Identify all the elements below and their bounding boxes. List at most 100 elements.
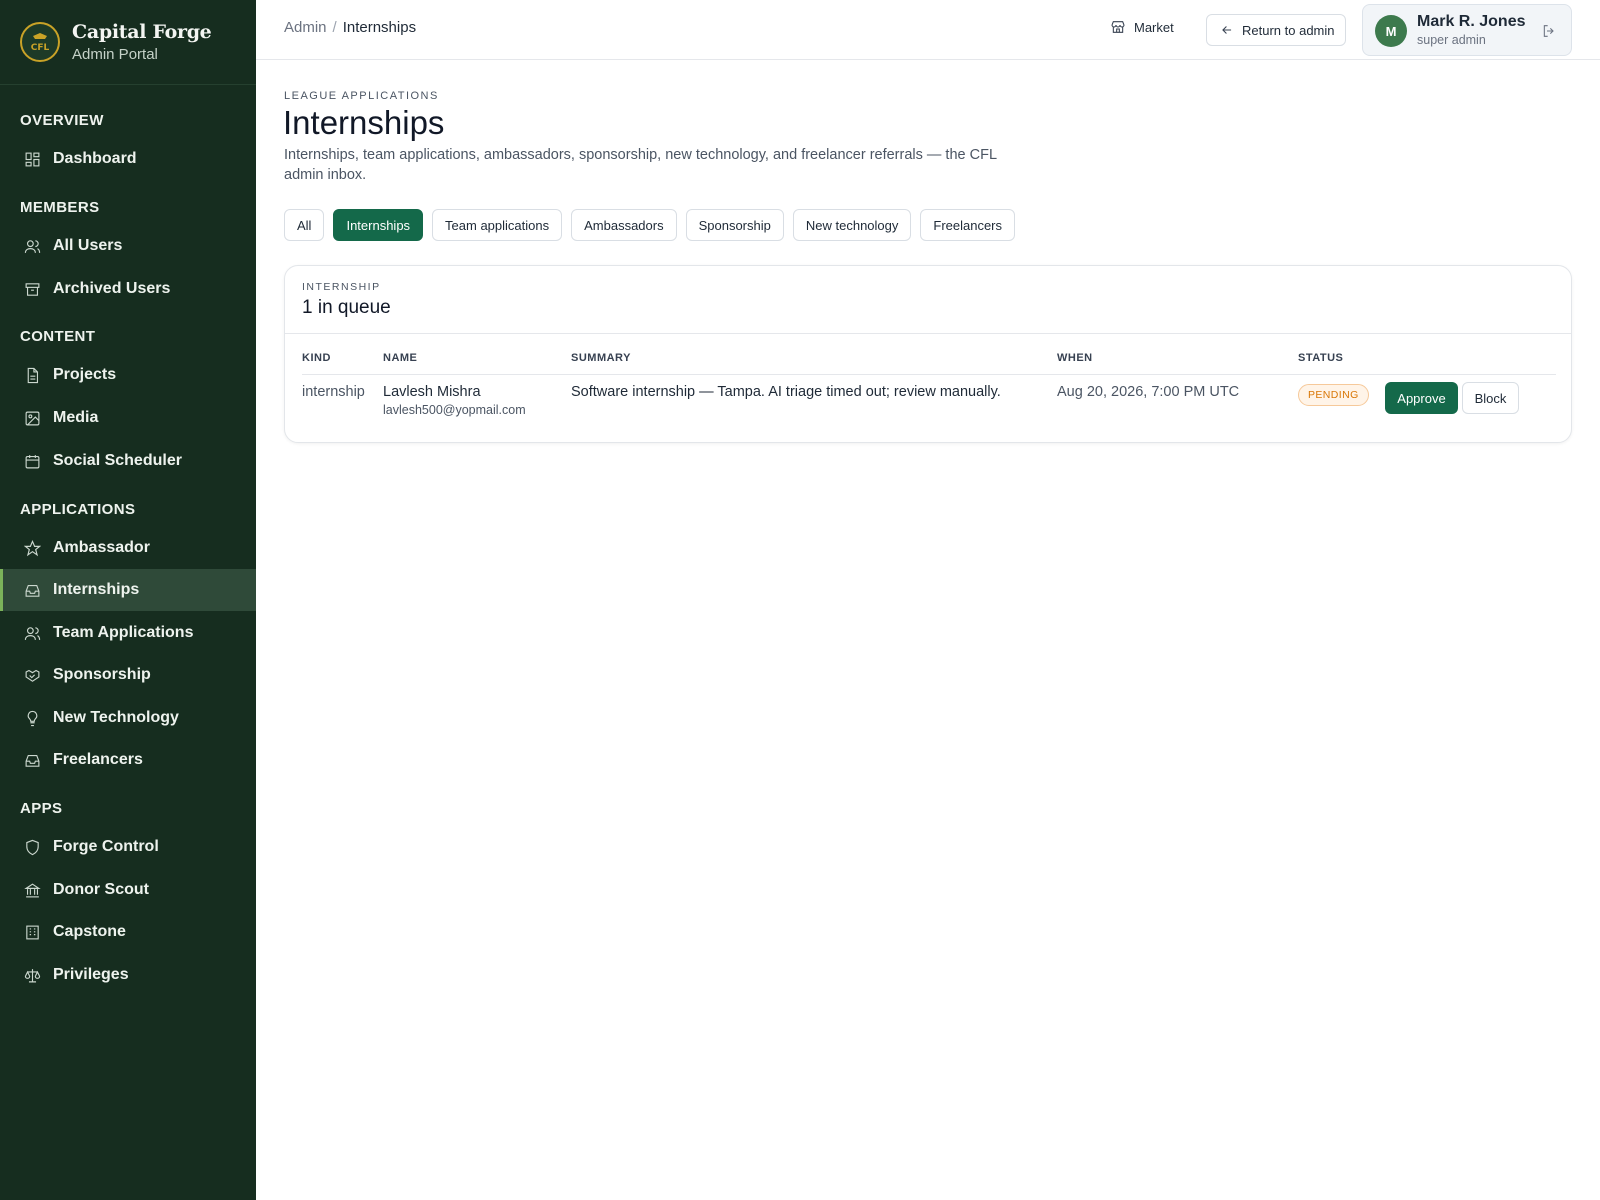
- user-role: super admin: [1417, 33, 1486, 47]
- sidebar-item-label: Donor Scout: [53, 881, 149, 898]
- users-icon: [24, 239, 41, 253]
- sidebar-item-label: Capstone: [53, 923, 126, 940]
- filter-sponsorship[interactable]: Sponsorship: [685, 209, 784, 241]
- status-badge: PENDING: [1298, 384, 1369, 406]
- star-icon: [24, 539, 41, 556]
- sidebar-item-label: Social Scheduler: [53, 452, 182, 469]
- block-button[interactable]: Block: [1462, 382, 1519, 414]
- sidebar-item-dashboard[interactable]: Dashboard: [0, 138, 256, 180]
- sidebar-item-privileges[interactable]: Privileges: [0, 954, 256, 996]
- row-when: Aug 20, 2026, 7:00 PM UTC: [1057, 384, 1240, 400]
- sidebar-item-label: Dashboard: [53, 150, 137, 167]
- avatar: M: [1375, 15, 1407, 47]
- divider: [285, 333, 1571, 334]
- filter-new-technology[interactable]: New technology: [792, 209, 912, 241]
- queue-label: INTERNSHIP: [302, 281, 381, 293]
- sidebar-item-sponsorship[interactable]: Sponsorship: [0, 654, 256, 696]
- sidebar-item-label: New Technology: [53, 709, 179, 726]
- page-description: Internships, team applications, ambassad…: [284, 147, 997, 183]
- arrow-left-icon: [1222, 26, 1232, 34]
- cfl-logo-icon: CFL: [20, 22, 60, 62]
- column-header-name: NAME: [383, 352, 418, 364]
- sidebar-item-freelancers[interactable]: Freelancers: [0, 739, 256, 781]
- sidebar-item-all-users[interactable]: All Users: [0, 225, 256, 267]
- divider: [302, 374, 1556, 375]
- sidebar-item-capstone[interactable]: Capstone: [0, 911, 256, 953]
- archive-icon: [25, 282, 40, 296]
- filter-internships[interactable]: Internships: [333, 209, 424, 241]
- sidebar-item-social-scheduler[interactable]: Social Scheduler: [0, 440, 256, 482]
- logout-icon[interactable]: [1541, 23, 1557, 39]
- sidebar-item-label: Archived Users: [53, 280, 171, 297]
- sidebar-item-internships[interactable]: Internships: [0, 569, 256, 611]
- sidebar-item-forge-control[interactable]: Forge Control: [0, 826, 256, 868]
- nav-section-applications: APPLICATIONS: [20, 501, 136, 518]
- nav-section-apps: APPS: [20, 800, 63, 817]
- sidebar-item-archived-users[interactable]: Archived Users: [0, 268, 256, 310]
- sidebar-item-ambassador[interactable]: Ambassador: [0, 527, 256, 569]
- bank-icon: [24, 882, 41, 897]
- nav-section-members: MEMBERS: [20, 199, 100, 216]
- approve-button[interactable]: Approve: [1385, 382, 1458, 414]
- brand-name: Capital Forge: [72, 21, 212, 43]
- nav-section-content: CONTENT: [20, 328, 96, 345]
- column-header-status: STATUS: [1298, 352, 1344, 364]
- row-name: Lavlesh Mishra: [383, 384, 481, 400]
- sidebar-item-label: All Users: [53, 237, 123, 254]
- scale-icon: [24, 968, 41, 982]
- image-icon: [25, 411, 40, 425]
- filter-team-applications[interactable]: Team applications: [432, 209, 563, 241]
- sidebar-item-label: Sponsorship: [53, 666, 151, 683]
- return-to-admin-button[interactable]: Return to admin: [1206, 14, 1346, 46]
- sidebar-item-label: Projects: [53, 366, 117, 383]
- column-header-when: WHEN: [1057, 352, 1093, 364]
- calendar-icon: [25, 454, 40, 468]
- users-icon: [24, 626, 41, 640]
- sidebar-item-label: Team Applications: [53, 624, 194, 641]
- row-kind: internship: [302, 384, 365, 400]
- column-header-summary: SUMMARY: [571, 352, 631, 364]
- breadcrumb-separator: /: [332, 19, 337, 36]
- file-icon: [27, 367, 39, 383]
- sidebar-item-team-applications[interactable]: Team Applications: [0, 612, 256, 654]
- dashboard-icon: [25, 152, 40, 166]
- queue-card: INTERNSHIP 1 in queue KIND NAME SUMMARY …: [284, 265, 1572, 443]
- breadcrumb-root[interactable]: Admin: [284, 19, 327, 36]
- sidebar-item-label: Freelancers: [53, 751, 143, 768]
- brand[interactable]: CFL Capital Forge Admin Portal: [0, 0, 256, 85]
- sidebar-item-donor-scout[interactable]: Donor Scout: [0, 869, 256, 911]
- sidebar-item-new-technology[interactable]: New Technology: [0, 697, 256, 739]
- row-summary: Software internship — Tampa. AI triage t…: [571, 384, 1001, 400]
- user-card[interactable]: M Mark R. Jones super admin: [1362, 4, 1572, 56]
- market-button[interactable]: Market: [1110, 19, 1174, 35]
- brand-subtitle: Admin Portal: [72, 46, 158, 63]
- sidebar-item-projects[interactable]: Projects: [0, 354, 256, 396]
- row-email: lavlesh500@yopmail.com: [383, 403, 526, 417]
- sidebar-item-media[interactable]: Media: [0, 397, 256, 439]
- column-header-kind: KIND: [302, 352, 331, 364]
- sidebar-item-label: Forge Control: [53, 838, 159, 855]
- page-title: Internships: [283, 104, 445, 141]
- inbox-icon: [25, 754, 40, 767]
- nav-section-overview: OVERVIEW: [20, 112, 104, 129]
- market-label: Market: [1134, 19, 1174, 35]
- sidebar-item-label: Privileges: [53, 966, 129, 983]
- filter-all[interactable]: All: [284, 209, 325, 241]
- sidebar-item-label: Ambassador: [53, 539, 150, 556]
- breadcrumb: Admin / Internships: [284, 19, 416, 36]
- svg-text:CFL: CFL: [31, 43, 50, 53]
- filter-tabs: All Internships Team applications Ambass…: [284, 209, 1016, 241]
- filter-freelancers[interactable]: Freelancers: [920, 209, 1016, 241]
- building-icon: [26, 925, 39, 939]
- handshake-icon: [25, 669, 40, 682]
- breadcrumb-current: Internships: [342, 19, 417, 36]
- lightbulb-icon: [27, 710, 38, 726]
- filter-ambassadors[interactable]: Ambassadors: [571, 209, 677, 241]
- shield-icon: [26, 839, 39, 855]
- topbar: Admin / Internships Market Return to admin…: [256, 0, 1600, 60]
- sidebar-item-label: Media: [53, 409, 99, 426]
- store-icon: [1111, 21, 1125, 33]
- queue-count: 1 in queue: [302, 297, 391, 318]
- inbox-icon: [25, 584, 40, 597]
- page-eyebrow: LEAGUE APPLICATIONS: [284, 90, 439, 102]
